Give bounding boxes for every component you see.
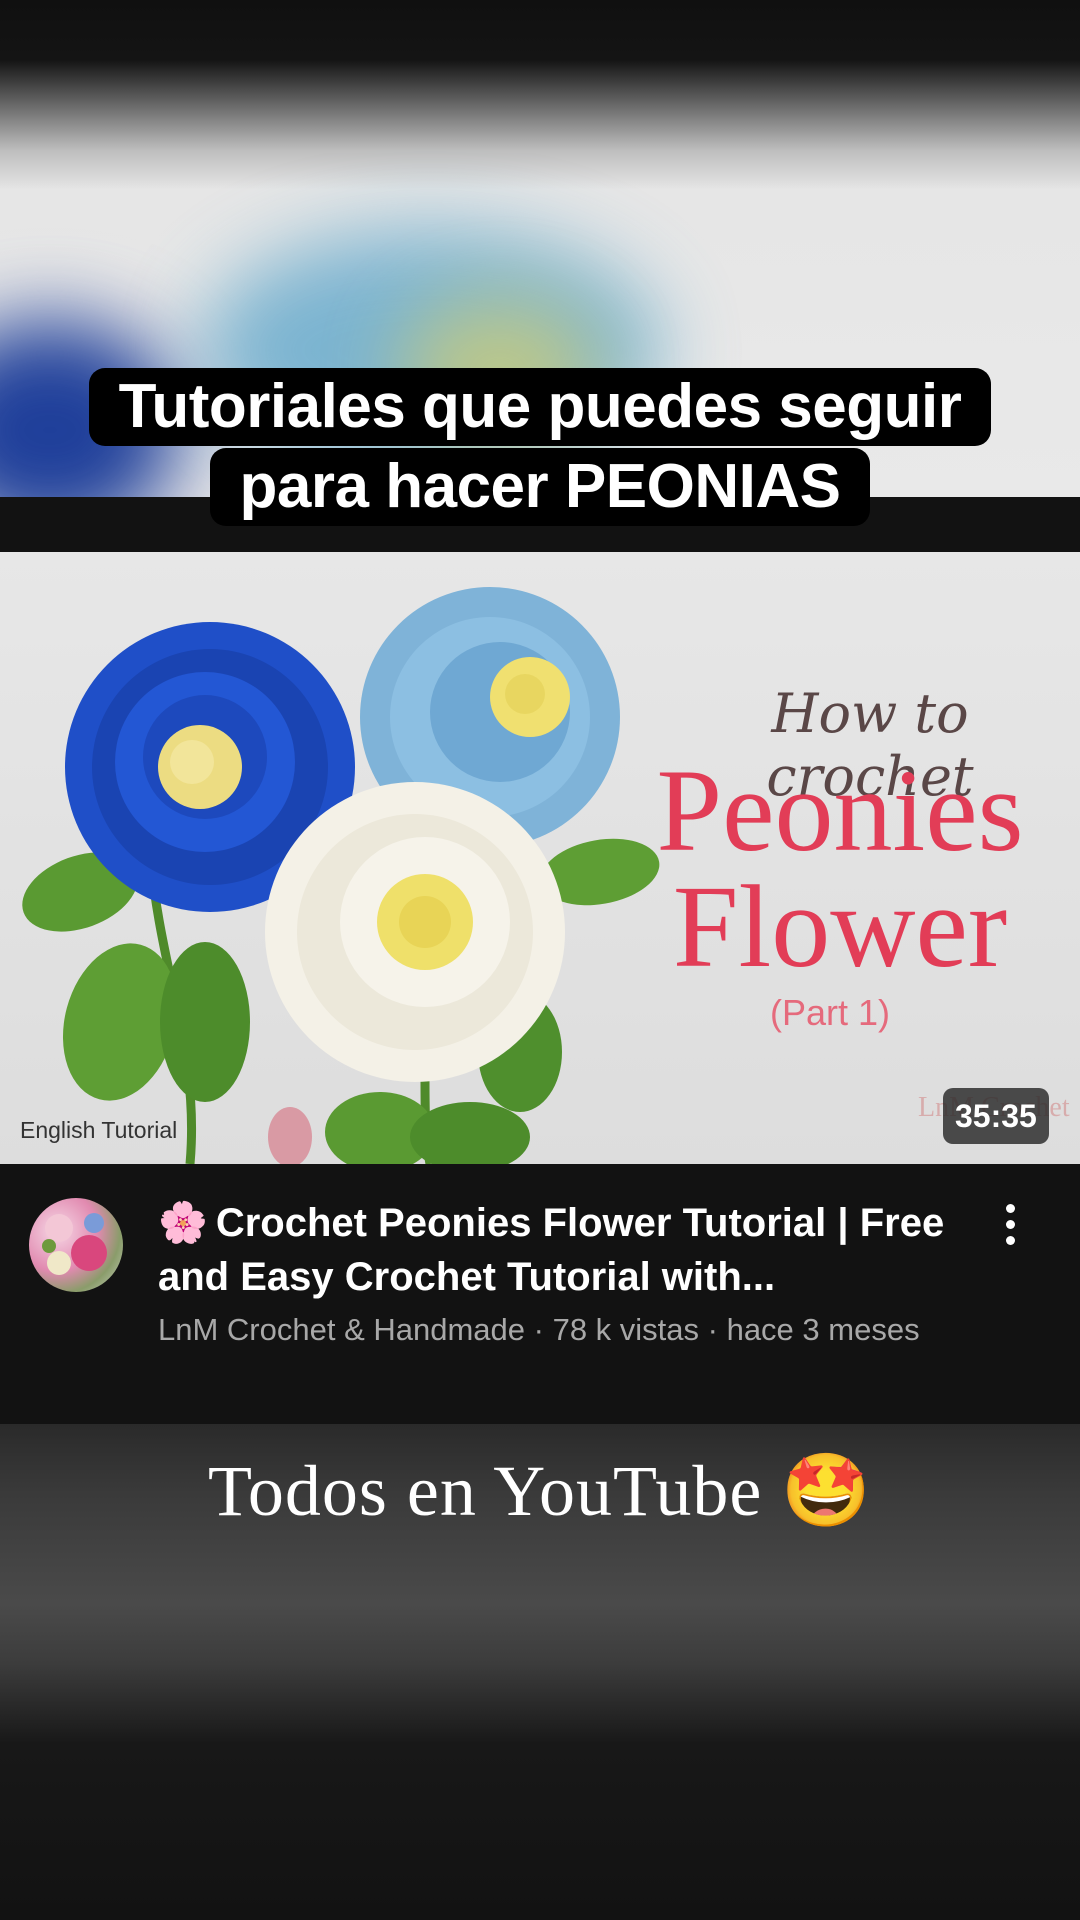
cherry-blossom-icon: 🌸 (158, 1201, 208, 1245)
caption-line-1: Tutoriales que puedes seguir (88, 368, 992, 446)
english-tutorial-label: English Tutorial (20, 1117, 178, 1143)
video-subtitle: LnM Crochet & Handmade · 78 k vistas · h… (158, 1308, 938, 1352)
thumbnail-heading-flower: Flower (672, 861, 1008, 992)
video-stats: · 78 k vistas · hace 3 meses (525, 1312, 920, 1347)
thumbnail-part-label: (Part 1) (769, 992, 891, 1033)
caption-overlay: Tutoriales que puedes seguir para hacer … (0, 368, 1080, 526)
more-vert-icon[interactable] (1000, 1204, 1020, 1254)
video-duration-badge: 35:35 (943, 1088, 1049, 1144)
avatar-flowers (42, 1213, 107, 1275)
channel-avatar[interactable] (29, 1198, 123, 1292)
thumbnail-heading-peonies: Peonies (656, 745, 1024, 876)
video-meta: 🌸 Crochet Peonies Flower Tutorial | Free … (0, 1164, 1080, 1424)
video-thumbnail[interactable]: How to crochet Peonies Flower (Part 1) E… (0, 552, 1080, 1164)
footer-text: Todos en YouTube 🤩 (207, 1451, 873, 1531)
channel-name[interactable]: LnM Crochet & Handmade (158, 1312, 525, 1347)
video-title[interactable]: 🌸 Crochet Peonies Flower Tutorial | Free … (158, 1196, 948, 1304)
caption-line-2: para hacer PEONIAS (209, 448, 871, 526)
video-title-text: Crochet Peonies Flower Tutorial | Free a… (158, 1201, 945, 1299)
